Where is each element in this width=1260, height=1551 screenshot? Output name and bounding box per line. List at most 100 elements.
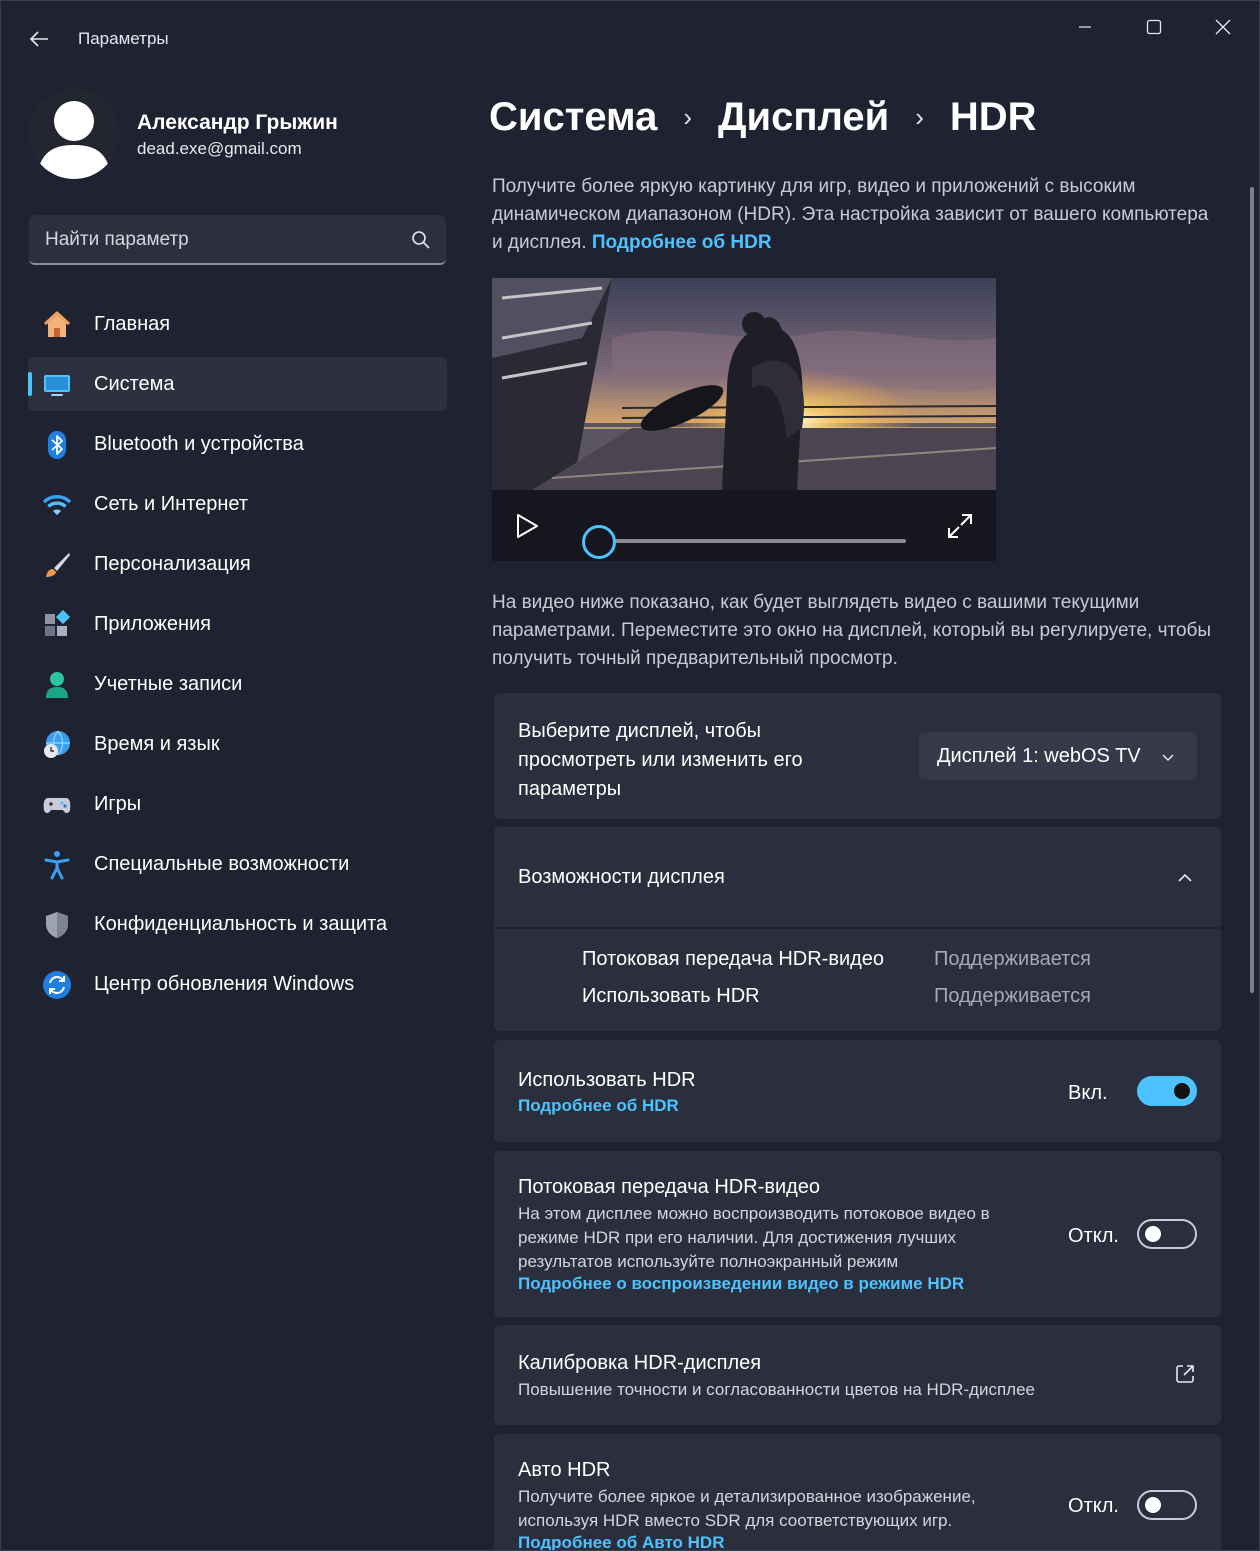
auto-hdr-toggle[interactable] [1137,1490,1197,1520]
calibration-description: Повышение точности и согласованности цве… [518,1380,1035,1399]
sidebar-item-label: Система [94,373,175,395]
hdr-video-toggle[interactable] [1137,1219,1197,1249]
sidebar-item-label: Учетные записи [94,673,243,695]
breadcrumb-hdr: HDR [949,94,1037,139]
user-name: Александр Грыжин [137,111,338,134]
search-input[interactable]: Найти параметр [45,229,189,251]
brush-icon [42,550,72,580]
account-icon [42,670,72,700]
sidebar-item-gaming[interactable]: Игры [28,777,447,831]
breadcrumb-display[interactable]: Дисплей [718,95,889,140]
capability-label: Использовать HDR [582,985,760,1007]
use-hdr-title: Использовать HDR [518,1069,696,1091]
shield-icon [42,910,72,940]
chevron-up-icon[interactable] [1176,869,1194,887]
sidebar-item-label: Персонализация [94,553,251,575]
video-seek-track[interactable] [600,539,906,543]
sidebar-item-privacy[interactable]: Конфиденциальность и защита [28,897,447,951]
hdr-video-preview [492,278,996,561]
accessibility-icon [42,850,72,880]
sidebar-item-time-language[interactable]: Время и язык [28,717,447,771]
sidebar-item-windows-update[interactable]: Центр обновления Windows [28,957,447,1011]
intro-text: Получите более яркую картинку для игр, в… [492,173,1217,257]
video-thumbnail [492,278,996,490]
search-icon[interactable] [410,229,432,251]
sidebar-item-accessibility[interactable]: Специальные возможности [28,837,447,891]
sidebar-item-label: Центр обновления Windows [94,973,355,995]
capability-value: Поддерживается [934,948,1091,970]
capability-label: Потоковая передача HDR-видео [582,948,885,970]
video-controls [492,490,996,561]
close-button[interactable] [1195,9,1251,45]
minimize-icon [1079,26,1091,28]
avatar [29,89,119,179]
wifi-icon [42,490,72,520]
auto-hdr-title: Авто HDR [518,1459,611,1481]
open-external-icon[interactable] [1174,1363,1196,1385]
chevron-down-icon [1162,754,1174,762]
toggle-knob [1145,1497,1161,1513]
hdr-video-title: Потоковая передача HDR-видео [518,1176,821,1198]
apps-icon [42,610,72,640]
auto-hdr-card: Авто HDR Получите более яркое и детализи… [494,1434,1221,1550]
sidebar-item-accounts[interactable]: Учетные записи [28,657,447,711]
breadcrumb-system[interactable]: Система [489,95,657,140]
active-indicator [28,372,32,396]
use-hdr-toggle[interactable] [1137,1076,1197,1106]
sidebar-item-label: Конфиденциальность и защита [94,913,388,935]
update-icon [42,970,72,1000]
sidebar-item-home[interactable]: Главная [28,297,447,351]
user-email: dead.exe@gmail.com [137,139,302,158]
sidebar-item-label: Приложения [94,613,212,635]
hdr-calibration-card[interactable]: Калибровка HDR-дисплея Повышение точност… [494,1325,1221,1425]
chevron-right-icon: › [683,101,693,132]
display-select-card: Выберите дисплей, чтобы просмотреть или … [494,693,1221,819]
home-icon [42,310,72,340]
video-frame [492,278,996,490]
hdr-video-learn-more-link[interactable]: Подробнее о воспроизведении видео в режи… [518,1274,964,1294]
toggle-knob [1145,1226,1161,1242]
user-profile[interactable]: Александр Грыжин dead.exe@gmail.com [29,89,449,181]
sidebar-item-label: Сеть и Интернет [94,493,249,515]
hdr-video-description: На этом дисплее можно воспроизводить пот… [518,1204,990,1271]
auto-hdr-state: Откл. [1068,1495,1119,1517]
hdr-video-card: Потоковая передача HDR-видео На этом дис… [494,1151,1221,1317]
display-capabilities-card: Возможности дисплея Потоковая передача H… [494,827,1221,1031]
back-button[interactable] [21,23,57,55]
display-dropdown[interactable]: Дисплей 1: webOS TV [919,732,1197,780]
capability-value: Поддерживается [934,985,1091,1007]
settings-window: Параметры Александр Грыжин dead.exe@gmai… [0,0,1260,1551]
search-box[interactable]: Найти параметр [29,215,446,265]
auto-hdr-learn-more-link[interactable]: Подробнее об Авто HDR [518,1533,725,1550]
close-icon [1215,19,1231,35]
sidebar-item-bluetooth[interactable]: Bluetooth и устройства [28,417,447,471]
toggle-knob [1174,1083,1190,1099]
sidebar-item-personalization[interactable]: Персонализация [28,537,447,591]
play-icon[interactable] [514,512,540,540]
system-display-icon [42,370,72,400]
capabilities-header[interactable]: Возможности дисплея [494,827,1221,927]
use-hdr-card: Использовать HDR Подробнее об HDR Вкл. [494,1040,1221,1142]
app-title: Параметры [78,29,169,48]
chevron-right-icon: › [915,101,924,132]
minimize-button[interactable] [1057,9,1113,45]
divider [494,927,1221,929]
preview-note: На видео ниже показано, как будет выгляд… [492,592,1212,669]
calibration-title: Калибровка HDR-дисплея [518,1352,762,1374]
sidebar-item-system[interactable]: Система [28,357,447,411]
title-bar: Параметры [1,1,1259,77]
fullscreen-icon[interactable] [946,512,974,540]
sidebar-item-apps[interactable]: Приложения [28,597,447,651]
display-select-label: Выберите дисплей, чтобы просмотреть или … [518,720,803,800]
use-hdr-learn-more-link[interactable]: Подробнее об HDR [518,1096,679,1116]
auto-hdr-description: Получите более яркое и детализированное … [518,1487,976,1530]
sidebar-item-label: Время и язык [94,733,220,755]
maximize-button[interactable] [1126,9,1182,45]
sidebar-item-network[interactable]: Сеть и Интернет [28,477,447,531]
bluetooth-icon [42,430,72,460]
video-seek-thumb[interactable] [582,525,616,559]
learn-more-hdr-link[interactable]: Подробнее об HDR [592,232,772,253]
capabilities-title: Возможности дисплея [518,866,725,888]
sidebar-nav: Главная Система Bluetooth и устройства С… [28,297,447,1017]
main-scrollbar[interactable] [1250,187,1254,993]
